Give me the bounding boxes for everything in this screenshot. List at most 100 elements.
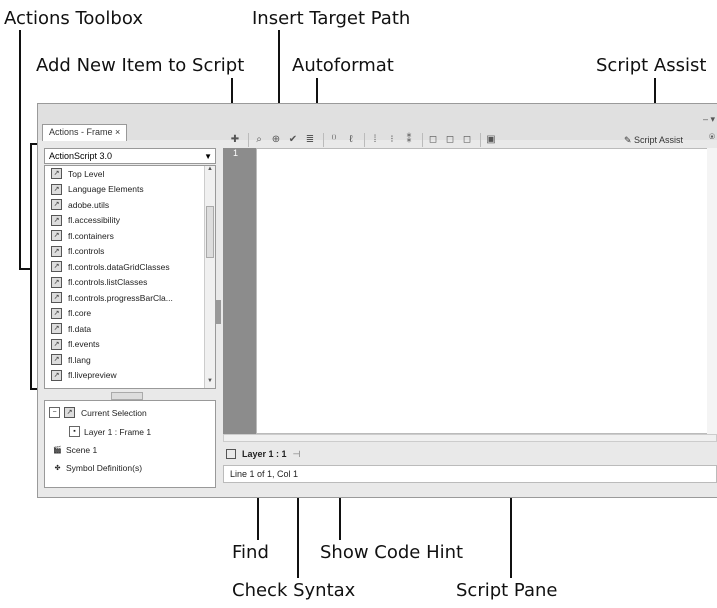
symbol-definitions-label: Symbol Definition(s) — [66, 463, 143, 473]
collapse-selection-icon[interactable]: ⁝ — [385, 133, 399, 147]
toolbox-item[interactable]: ↗ Language Elements — [45, 182, 215, 198]
show-hide-toolbox-icon[interactable]: ▣ — [484, 133, 498, 147]
frame-icon: ▪ — [69, 426, 80, 437]
callout-actions-toolbox: Actions Toolbox — [4, 8, 143, 29]
scene-item[interactable]: 🎬 Scene 1 — [53, 445, 97, 455]
expand-all-icon[interactable]: ⁑ — [402, 133, 416, 147]
toolbox-item[interactable]: ↗ fl.accessibility — [45, 213, 215, 229]
book-icon: ↗ — [51, 230, 62, 242]
line-number: 1 — [233, 148, 239, 158]
version-value: ActionScript 3.0 — [49, 151, 113, 161]
callout-find: Find — [232, 542, 269, 563]
apply-line-comment-icon[interactable]: ◻ — [443, 133, 457, 147]
toolbox-item-label: fl.core — [68, 308, 92, 319]
toolbox-item-label: Language Elements — [68, 184, 144, 195]
toolbox-item-label: adobe.utils — [68, 199, 110, 210]
toolbar-divider — [248, 133, 249, 147]
toolbox-item[interactable]: ↗ fl.controls.progressBarCla... — [45, 290, 215, 306]
toolbox-splitter[interactable] — [111, 392, 143, 400]
script-pane[interactable] — [256, 148, 717, 434]
script-assist-button[interactable]: ✎ Script Assist — [624, 132, 683, 148]
chevron-down-icon: ▼ — [204, 152, 212, 161]
book-icon: ↗ — [51, 276, 62, 288]
version-dropdown[interactable]: ActionScript 3.0 ▼ — [44, 148, 216, 164]
callout-autoformat: Autoformat — [292, 55, 394, 76]
script-navigator: − ↗ Current Selection ▪ Layer 1 : Frame … — [44, 400, 216, 488]
toolbox-item[interactable]: ↗ fl.data — [45, 321, 215, 337]
find-icon[interactable]: ⌕ — [252, 133, 266, 147]
remove-comment-icon[interactable]: ◻ — [460, 133, 474, 147]
toolbar-divider — [364, 133, 365, 147]
toolbox-item[interactable]: ↗ fl.core — [45, 306, 215, 322]
toolbar-divider — [480, 133, 481, 147]
book-icon: ↗ — [64, 407, 75, 418]
toolbar-divider — [422, 133, 423, 147]
toolbox-item[interactable]: ↗ fl.containers — [45, 228, 215, 244]
actions-panel: Actions - Frame × – ▾ ✚ ⌕ ⊕ ✔ ≣ ⁽⁾ ℓ ⁞ ⁝… — [37, 103, 717, 498]
pin-icon[interactable]: ⊣ — [293, 449, 301, 460]
current-selection-label: Current Selection — [81, 407, 147, 418]
add-new-item-icon[interactable]: ✚ — [228, 133, 242, 147]
layer-tab-label: Layer 1 : 1 — [242, 449, 287, 459]
scene-icon: 🎬 — [53, 446, 62, 454]
book-icon: ↗ — [51, 354, 62, 366]
current-selection-item[interactable]: − ↗ Current Selection — [49, 407, 147, 418]
book-icon: ↗ — [51, 214, 62, 226]
bracket-toolbox-v — [30, 143, 32, 390]
script-pane-scrollbar[interactable] — [707, 148, 717, 434]
toolbox-item[interactable]: ↗ fl.controls — [45, 244, 215, 260]
collapse-between-braces-icon[interactable]: ⁞ — [368, 133, 382, 147]
toolbox-item-label: fl.controls.progressBarCla... — [68, 292, 173, 303]
book-icon: ↗ — [51, 292, 62, 304]
symbol-icon: ✤ — [54, 464, 61, 472]
leader-actions-toolbox-v — [19, 30, 21, 270]
actionscript-version-select[interactable]: ActionScript 3.0 ▼ — [44, 148, 216, 164]
panel-minimize-icon[interactable]: – ▾ — [703, 114, 715, 125]
book-icon: ↗ — [51, 369, 62, 381]
layer-frame-label: Layer 1 : Frame 1 — [84, 426, 152, 437]
callout-add-new-item: Add New Item to Script — [36, 55, 245, 76]
toolbox-item-label: fl.controls — [68, 246, 105, 257]
scene-label: Scene 1 — [66, 445, 98, 455]
toolbox-item[interactable]: ↗ Top Level — [45, 166, 215, 182]
toolbox-item-label: fl.controls.dataGridClasses — [68, 261, 170, 272]
toolbar-divider — [323, 133, 324, 147]
callout-insert-target-path: Insert Target Path — [252, 8, 411, 29]
toolbox-scrollbar[interactable]: ▲ ▼ — [204, 166, 215, 388]
toolbox-item-label: fl.data — [68, 323, 92, 334]
help-icon[interactable]: ⍟ — [709, 132, 715, 143]
toolbox-item[interactable]: ↗ fl.controls.dataGridClasses — [45, 259, 215, 275]
layer-tab[interactable]: Layer 1 : 1 ⊣ — [226, 446, 300, 462]
toolbox-collapse-handle[interactable] — [216, 300, 221, 324]
book-icon: ↗ — [51, 307, 62, 319]
debug-options-icon[interactable]: ℓ — [344, 133, 358, 147]
frame-icon — [226, 449, 236, 459]
symbol-definitions-item[interactable]: ✤ Symbol Definition(s) — [53, 463, 143, 473]
insert-target-path-icon[interactable]: ⊕ — [269, 133, 283, 147]
toolbox-item[interactable]: ↗ fl.livepreview — [45, 368, 215, 384]
toolbox-item[interactable]: ↗ fl.lang — [45, 352, 215, 368]
toolbox-item-label: fl.livepreview — [68, 370, 117, 381]
apply-block-comment-icon[interactable]: ◻ — [426, 133, 440, 147]
toolbox-item[interactable]: ↗ fl.events — [45, 337, 215, 353]
callout-script-pane: Script Pane — [456, 580, 558, 601]
autoformat-icon[interactable]: ≣ — [303, 133, 317, 147]
toolbox-scroll-thumb[interactable] — [206, 206, 214, 258]
toolbox-item-label: fl.lang — [68, 354, 91, 365]
book-icon: ↗ — [51, 199, 62, 211]
book-icon: ↗ — [51, 245, 62, 257]
toolbox-item[interactable]: ↗ adobe.utils — [45, 197, 215, 213]
collapse-icon: − — [49, 407, 60, 418]
pencil-icon: ✎ — [623, 135, 634, 145]
show-code-hint-icon[interactable]: ⁽⁾ — [327, 133, 341, 147]
tab-actions-frame[interactable]: Actions - Frame × — [42, 124, 128, 141]
layer-frame-item[interactable]: ▪ Layer 1 : Frame 1 — [69, 426, 151, 437]
toolbox-item-label: Top Level — [68, 168, 105, 179]
toolbox-item-label: fl.controls.listClasses — [68, 277, 148, 288]
scroll-down-icon[interactable]: ▼ — [205, 378, 215, 388]
book-icon: ↗ — [51, 183, 62, 195]
scroll-up-icon[interactable]: ▲ — [205, 166, 215, 176]
toolbox-item[interactable]: ↗ fl.controls.listClasses — [45, 275, 215, 291]
check-syntax-icon[interactable]: ✔ — [286, 133, 300, 147]
script-pane-hscrollbar[interactable] — [223, 434, 717, 442]
